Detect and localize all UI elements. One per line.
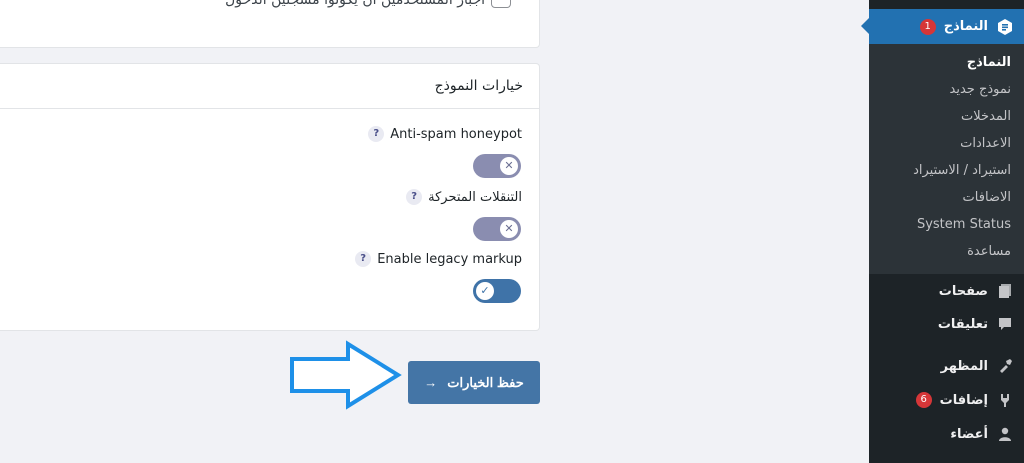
top-settings-card: أجبار المستخدمين أن يكونوا مسجلين الدخول — [0, 0, 540, 48]
require-login-checkbox[interactable] — [491, 0, 511, 8]
sidebar-item-pages-label: صفحات — [938, 283, 988, 299]
sidebar-item-users[interactable]: أعضاء — [869, 419, 1024, 449]
sidebar-item-plugins[interactable]: إضافات 6 — [869, 385, 1024, 415]
sidebar-item-comments[interactable]: تعليقات — [869, 309, 1024, 339]
sidebar-item-forms-label: النماذج — [943, 19, 988, 34]
sidebar-item-forms[interactable]: النماذج 1 — [861, 9, 1024, 44]
forms-count-badge: 1 — [919, 18, 936, 35]
sidebar-item-appearance[interactable]: المظهر — [869, 351, 1024, 381]
submenu-item-settings[interactable]: الاعدادات — [960, 136, 1011, 151]
sidebar-item-comments-label: تعليقات — [937, 316, 988, 332]
sidebar-item-tools-partial[interactable] — [869, 450, 1024, 463]
admin-sidebar: النماذج 1 النماذج نموذج جديد المدخلات ال… — [861, 0, 1024, 463]
option-animations-row: ? التنقلات المتحركة — [406, 189, 522, 205]
sidebar-item-pages[interactable]: صفحات — [869, 276, 1024, 306]
submenu-item-new-form[interactable]: نموذج جديد — [950, 82, 1011, 97]
users-icon — [996, 425, 1014, 443]
sidebar-top-item[interactable] — [869, 0, 1024, 8]
require-login-label: أجبار المستخدمين أن يكونوا مسجلين الدخول — [225, 0, 485, 8]
option-anti-spam-row: ? Anti-spam honeypot — [368, 126, 522, 142]
sidebar-item-appearance-label: المظهر — [940, 358, 988, 374]
animations-toggle[interactable]: ✕ — [473, 217, 521, 241]
save-settings-button[interactable]: حفظ الخيارات → — [408, 361, 540, 404]
submenu-item-help[interactable]: مساعدة — [967, 244, 1011, 259]
option-legacy-markup-row: ? Enable legacy markup — [355, 251, 522, 267]
option-animations-label: التنقلات المتحركة — [428, 189, 522, 205]
form-options-title: خيارات النموذج — [434, 78, 523, 94]
legacy-markup-toggle[interactable]: ✓ — [473, 279, 521, 303]
forms-submenu: النماذج نموذج جديد المدخلات الاعدادات اس… — [869, 44, 1024, 274]
toggle-off-icon: ✕ — [500, 157, 518, 175]
option-legacy-markup-label: Enable legacy markup — [377, 251, 522, 267]
sidebar-item-users-label: أعضاء — [950, 426, 988, 442]
tools-icon — [996, 456, 1014, 463]
form-options-header: خيارات النموذج — [0, 64, 539, 109]
submenu-item-import-export[interactable]: استيراد / الاستيراد — [913, 163, 1011, 178]
submenu-item-entries[interactable]: المدخلات — [961, 109, 1011, 124]
anti-spam-toggle[interactable]: ✕ — [473, 154, 521, 178]
pages-icon — [996, 282, 1014, 300]
sidebar-item-plugins-label: إضافات — [939, 392, 988, 408]
option-anti-spam-label: Anti-spam honeypot — [390, 126, 522, 142]
arrow-right-icon: → — [424, 375, 438, 390]
save-settings-label: حفظ الخيارات — [447, 374, 524, 390]
forms-icon — [996, 18, 1014, 36]
annotation-arrow-icon — [290, 340, 402, 410]
appearance-icon — [996, 357, 1014, 375]
submenu-item-system-status[interactable]: System Status — [917, 217, 1011, 232]
submenu-item-forms[interactable]: النماذج — [967, 55, 1011, 70]
help-icon[interactable]: ? — [406, 189, 423, 205]
help-icon[interactable]: ? — [355, 251, 372, 267]
plugins-updates-badge: 6 — [915, 392, 932, 408]
plugins-icon — [996, 391, 1014, 409]
toggle-on-icon: ✓ — [476, 282, 494, 300]
comments-icon — [996, 315, 1014, 333]
help-icon[interactable]: ? — [368, 126, 385, 142]
submenu-item-addons[interactable]: الاضافات — [963, 190, 1011, 205]
form-options-card: خيارات النموذج ? Anti-spam honeypot ✕ ? … — [0, 63, 540, 331]
toggle-off-icon: ✕ — [500, 220, 518, 238]
